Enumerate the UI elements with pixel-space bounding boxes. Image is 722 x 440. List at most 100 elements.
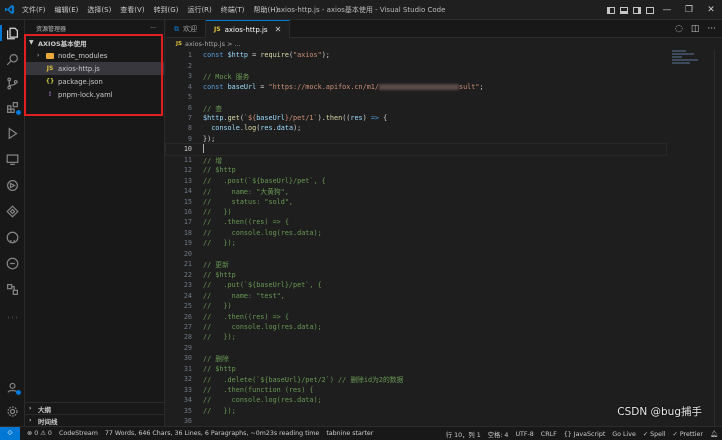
tab-axios-http-js[interactable]: JS axios-http.js ✕ xyxy=(206,20,291,38)
timeline-section[interactable]: › 时间线 xyxy=(25,414,165,426)
search-icon[interactable] xyxy=(0,48,25,70)
cursor-position[interactable]: 行 10，列 1 xyxy=(446,430,481,439)
tree-item-axios-http-js[interactable]: JS axios-http.js xyxy=(25,62,164,75)
close-window-button[interactable]: ✕ xyxy=(700,0,722,20)
code-line[interactable]: 30 // 删除 xyxy=(166,353,666,364)
tab-label: axios-http.js xyxy=(224,25,268,34)
code-line[interactable]: 12 // $http xyxy=(166,165,666,176)
code-line[interactable]: 17 // .then((res) => { xyxy=(166,217,666,228)
code-line[interactable]: 28 // }); xyxy=(166,332,666,343)
extensions-icon[interactable] xyxy=(0,96,25,118)
menu-go[interactable]: 转到(G) xyxy=(154,5,179,15)
code-line[interactable]: 22 // $http xyxy=(166,269,666,280)
codestream-status[interactable]: CodeStream xyxy=(59,430,98,437)
code-line[interactable]: 31 // $http xyxy=(166,364,666,375)
minimap[interactable] xyxy=(672,50,712,80)
code-line[interactable]: 19 // }); xyxy=(166,238,666,249)
code-line[interactable]: 23 // .put(`${baseUrl}/pet`, { xyxy=(166,280,666,291)
github-icon[interactable] xyxy=(0,226,25,248)
editor-scrollbar[interactable] xyxy=(714,50,722,426)
database-icon[interactable] xyxy=(0,278,25,300)
code-line[interactable]: 11 // 增 xyxy=(166,155,666,166)
menu-edit[interactable]: 编辑(E) xyxy=(55,5,79,15)
split-editor-icon[interactable]: ◫ xyxy=(691,24,700,34)
code-line[interactable]: 26 // .then((res) => { xyxy=(166,311,666,322)
code-line[interactable]: 16 // }) xyxy=(166,207,666,218)
code-line[interactable]: 21 // 更新 xyxy=(166,259,666,270)
encoding-status[interactable]: UTF-8 xyxy=(515,431,533,438)
code-line[interactable]: 27 // console.log(res.data); xyxy=(166,322,666,333)
more-actions-icon[interactable]: ··· xyxy=(707,24,716,34)
source-control-icon[interactable] xyxy=(0,72,25,94)
eol-status[interactable]: CRLF xyxy=(541,431,557,438)
tabnine-status[interactable]: tabnine starter xyxy=(326,430,373,437)
remote-explorer-icon[interactable] xyxy=(0,148,25,170)
code-editor[interactable]: 1 const $http = require("axios"); 2 3// Moc… xyxy=(165,50,667,427)
code-line[interactable]: 24 // name: "test", xyxy=(166,290,666,301)
code-line[interactable]: 36 xyxy=(166,416,666,427)
menu-view[interactable]: 查看(V) xyxy=(120,5,144,15)
menu-terminal[interactable]: 终端(T) xyxy=(221,5,245,15)
code-line[interactable]: 7 $http.get(`${baseUrl}/pet/1`).then((res… xyxy=(166,113,666,124)
testing-icon[interactable] xyxy=(0,174,25,196)
language-mode[interactable]: {} JavaScript xyxy=(564,431,606,438)
code-line[interactable]: 13 // .post(`${baseUrl}/pet`, { xyxy=(166,175,666,186)
code-line[interactable]: 1 const $http = require("axios"); xyxy=(166,50,666,61)
indentation-status[interactable]: 空格: 4 xyxy=(488,430,509,439)
close-tab-icon[interactable]: ✕ xyxy=(275,25,282,34)
code-line[interactable]: 34 // console.log(res.data); xyxy=(166,395,666,406)
code-line[interactable]: 15 // status: "sold", xyxy=(166,196,666,207)
manage-gear-icon[interactable] xyxy=(0,400,25,422)
explorer-icon[interactable] xyxy=(0,22,25,44)
code-line[interactable]: 8 console.log(res.data); xyxy=(166,123,666,134)
code-line[interactable]: 4 const baseUrl = "https://mock.apifox.cn… xyxy=(166,81,666,92)
code-line[interactable]: 9}); xyxy=(166,134,666,145)
notifications-bell-icon[interactable]: 🔔︎ xyxy=(710,430,718,438)
run-debug-icon[interactable] xyxy=(0,122,25,144)
menu-file[interactable]: 文件(F) xyxy=(22,5,46,15)
js-icon: JS xyxy=(214,26,221,33)
json-viewer-icon[interactable] xyxy=(0,252,25,274)
toggle-panel-icon[interactable] xyxy=(617,0,630,20)
codestream-icon[interactable] xyxy=(0,200,25,222)
toggle-primary-sidebar-icon[interactable] xyxy=(604,0,617,20)
menu-run[interactable]: 运行(R) xyxy=(187,5,211,15)
tree-item-pnpm-lock-yaml[interactable]: ! pnpm-lock.yaml xyxy=(25,88,164,101)
explorer-more-button[interactable]: ··· xyxy=(150,25,156,32)
workspace-folder-header[interactable]: ▼ AXIOS基本使用 xyxy=(25,36,164,49)
tree-item-package-json[interactable]: {} package.json xyxy=(25,75,164,88)
word-count-status[interactable]: 77 Words, 646 Chars, 36 Lines, 6 Paragra… xyxy=(105,430,319,437)
menu-help[interactable]: 帮助(H) xyxy=(254,5,279,15)
line-number: 5 xyxy=(187,93,192,102)
more-views-icon[interactable] xyxy=(0,306,25,328)
problems-status[interactable]: ⊗ 0 ⚠ 0 xyxy=(27,430,52,437)
code-line[interactable]: 20 xyxy=(166,249,666,260)
code-line[interactable]: 25 // }) xyxy=(166,301,666,312)
accounts-icon[interactable] xyxy=(0,376,25,398)
remote-indicator[interactable]: ⟐ xyxy=(0,426,20,440)
code-line[interactable]: 3 // Mock 服务 xyxy=(166,71,666,82)
prettier-status[interactable]: ✓ Prettier xyxy=(673,431,703,438)
toggle-secondary-sidebar-icon[interactable] xyxy=(630,0,643,20)
code-line[interactable]: 29 xyxy=(166,343,666,354)
copilot-icon[interactable]: ◌ xyxy=(675,24,683,34)
restore-button[interactable]: ❐ xyxy=(678,0,700,20)
code-line[interactable]: 10 xyxy=(165,143,667,156)
code-line[interactable]: 5 xyxy=(166,92,666,103)
spell-status[interactable]: ✓ Spell xyxy=(643,431,666,438)
tree-item-node-modules[interactable]: › node_modules xyxy=(25,49,164,62)
outline-section[interactable]: › 大纲 xyxy=(25,402,165,414)
go-live-button[interactable]: Go Live xyxy=(612,431,636,438)
code-line[interactable]: 33 // .then(function (res) { xyxy=(166,384,666,395)
tab-welcome[interactable]: ⧉ 欢迎 xyxy=(166,20,206,38)
code-line[interactable]: 35 // }); xyxy=(166,405,666,416)
customize-layout-icon[interactable] xyxy=(643,0,656,20)
code-line[interactable]: 18 // console.log(res.data); xyxy=(166,228,666,239)
code-line[interactable]: 14 // name: "大黄狗", xyxy=(166,186,666,197)
menu-selection[interactable]: 选择(S) xyxy=(87,5,111,15)
code-line[interactable]: 32 // .delete(`${baseUrl}/pet/2`) // 删除id… xyxy=(166,374,666,385)
code-line[interactable]: 6 // 查 xyxy=(166,102,666,113)
breadcrumb[interactable]: JS axios-http.js > ... xyxy=(166,38,722,50)
code-line[interactable]: 2 xyxy=(166,60,666,71)
minimize-button[interactable]: — xyxy=(656,0,678,20)
